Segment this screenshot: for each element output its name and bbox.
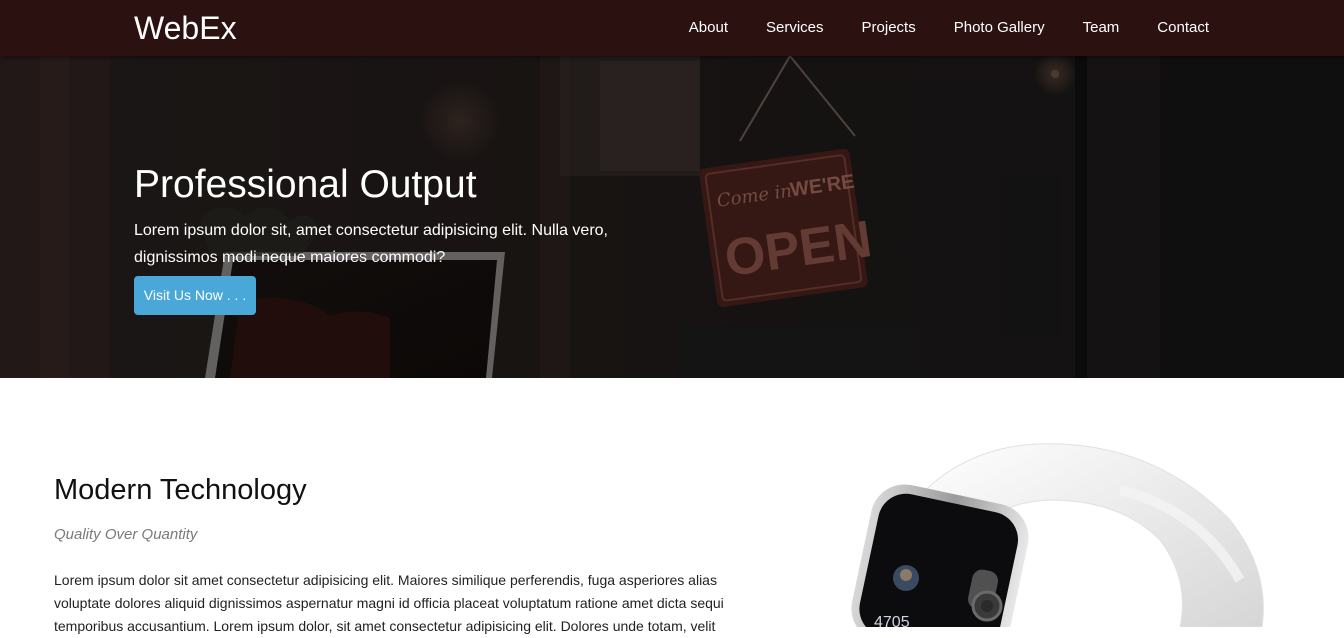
nav-link-about[interactable]: About bbox=[689, 0, 728, 56]
watch-display-text: 4705 bbox=[874, 614, 910, 627]
nav-link-photo-gallery[interactable]: Photo Gallery bbox=[954, 0, 1045, 56]
visit-us-button[interactable]: Visit Us Now . . . bbox=[134, 276, 256, 315]
nav-link-services[interactable]: Services bbox=[766, 0, 824, 56]
smartwatch-image: 4705 bbox=[851, 443, 1264, 627]
nav-link-contact[interactable]: Contact bbox=[1157, 0, 1209, 56]
nav-link-team[interactable]: Team bbox=[1083, 0, 1120, 56]
nav-menu: About Services Projects Photo Gallery Te… bbox=[651, 0, 1209, 56]
hero-title: Professional Output bbox=[134, 163, 477, 206]
brand-logo[interactable]: WebEx bbox=[134, 9, 237, 47]
hero-section: Come in WE'RE OPEN Professional Output L… bbox=[0, 56, 1344, 378]
nav-link-projects[interactable]: Projects bbox=[862, 0, 916, 56]
feature-body-text: Lorem ipsum dolor sit amet consectetur a… bbox=[54, 572, 724, 634]
hero-description: Lorem ipsum dolor sit, amet consectetur … bbox=[134, 222, 608, 266]
feature-title: Modern Technology bbox=[54, 474, 307, 506]
top-navbar: WebEx About Services Projects Photo Gall… bbox=[0, 0, 1344, 56]
feature-subtitle: Quality Over Quantity bbox=[54, 526, 198, 543]
